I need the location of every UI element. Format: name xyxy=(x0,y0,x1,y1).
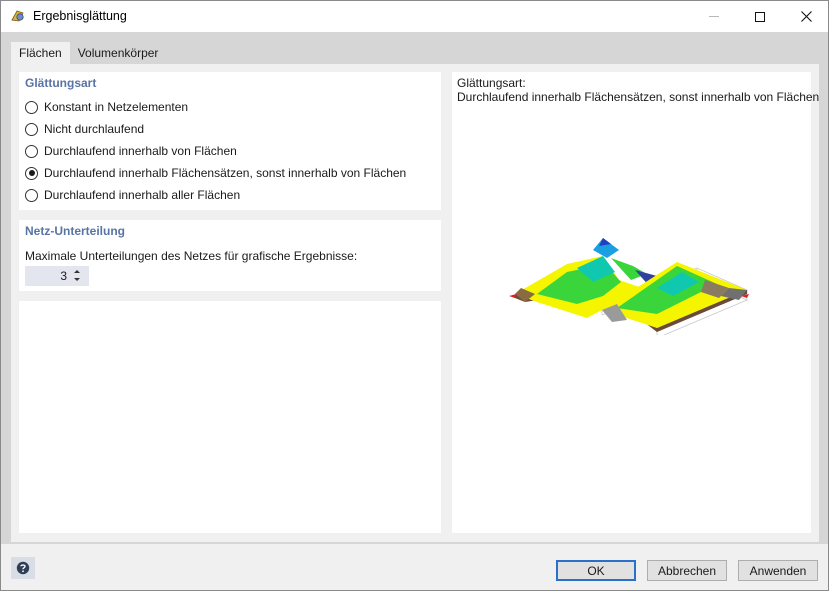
radio-button[interactable] xyxy=(25,144,38,158)
tab-flaechen[interactable]: Flächen xyxy=(11,42,70,64)
tab-panel: Glättungsart Konstant in Netzelementen N… xyxy=(11,64,819,542)
group-title-mesh: Netz-Unterteilung xyxy=(25,224,125,238)
radio-label: Durchlaufend innerhalb Flächensätzen, so… xyxy=(44,166,407,180)
cancel-button[interactable]: Abbrechen xyxy=(647,560,727,581)
spinner-value[interactable]: 3 xyxy=(25,269,71,283)
apply-button[interactable]: Anwenden xyxy=(738,560,818,581)
spinner-arrows[interactable] xyxy=(71,266,83,286)
preview-caption: Glättungsart: Durchlaufend innerhalb Flä… xyxy=(457,76,819,104)
radio-label: Nicht durchlaufend xyxy=(44,122,145,136)
group-title-smoothing: Glättungsart xyxy=(25,76,97,90)
app-icon xyxy=(10,8,26,24)
radio-button-selected[interactable] xyxy=(25,166,38,180)
dialog-footer: OK Abbrechen Anwenden xyxy=(1,544,828,590)
radio-option-not-continuous[interactable]: Nicht durchlaufend xyxy=(25,120,144,138)
smoothing-preview-image xyxy=(509,238,749,335)
help-button[interactable] xyxy=(11,557,35,579)
help-icon xyxy=(16,561,30,575)
radio-option-constant[interactable]: Konstant in Netzelementen xyxy=(25,98,188,116)
radio-label: Durchlaufend innerhalb von Flächen xyxy=(44,144,237,158)
minimize-icon xyxy=(709,16,719,17)
dialog-window: Ergebnisglättung Flächen Volumenkörper G… xyxy=(0,0,829,591)
radio-option-within-surface-sets[interactable]: Durchlaufend innerhalb Flächensätzen, so… xyxy=(25,164,406,182)
radio-option-within-surfaces[interactable]: Durchlaufend innerhalb von Flächen xyxy=(25,142,237,160)
close-icon xyxy=(800,11,812,22)
radio-button[interactable] xyxy=(25,122,38,136)
preview-panel: Glättungsart: Durchlaufend innerhalb Flä… xyxy=(452,72,819,533)
preview-caption-title: Glättungsart: xyxy=(457,76,526,90)
empty-panel xyxy=(19,301,441,533)
tab-volumenkoerper[interactable]: Volumenkörper xyxy=(69,42,167,64)
maximize-icon xyxy=(755,11,765,22)
dialog-client: Flächen Volumenkörper Glättungsart Konst… xyxy=(1,32,828,590)
preview-caption-mode: Durchlaufend innerhalb Flächensätzen, so… xyxy=(457,90,820,104)
spinner-down-icon[interactable] xyxy=(74,278,80,281)
close-button[interactable] xyxy=(783,1,829,32)
tab-strip: Flächen Volumenkörper xyxy=(11,42,167,64)
ok-button[interactable]: OK xyxy=(556,560,636,581)
minimize-button[interactable] xyxy=(691,1,737,32)
smoothing-type-group: Glättungsart Konstant in Netzelementen N… xyxy=(19,72,441,210)
title-bar: Ergebnisglättung xyxy=(1,1,828,32)
radio-option-all-surfaces[interactable]: Durchlaufend innerhalb aller Flächen xyxy=(25,186,240,204)
maximize-button[interactable] xyxy=(737,1,783,32)
spinner-up-icon[interactable] xyxy=(74,270,80,273)
radio-button[interactable] xyxy=(25,100,38,114)
radio-button[interactable] xyxy=(25,188,38,202)
mesh-subdivision-group: Netz-Unterteilung Maximale Unterteilunge… xyxy=(19,220,441,291)
radio-label: Konstant in Netzelementen xyxy=(44,100,189,114)
radio-label: Durchlaufend innerhalb aller Flächen xyxy=(44,188,241,202)
mesh-subdivision-spinner[interactable]: 3 xyxy=(25,266,89,286)
window-title: Ergebnisglättung xyxy=(33,9,127,23)
mesh-subdivision-label: Maximale Unterteilungen des Netzes für g… xyxy=(25,249,358,263)
